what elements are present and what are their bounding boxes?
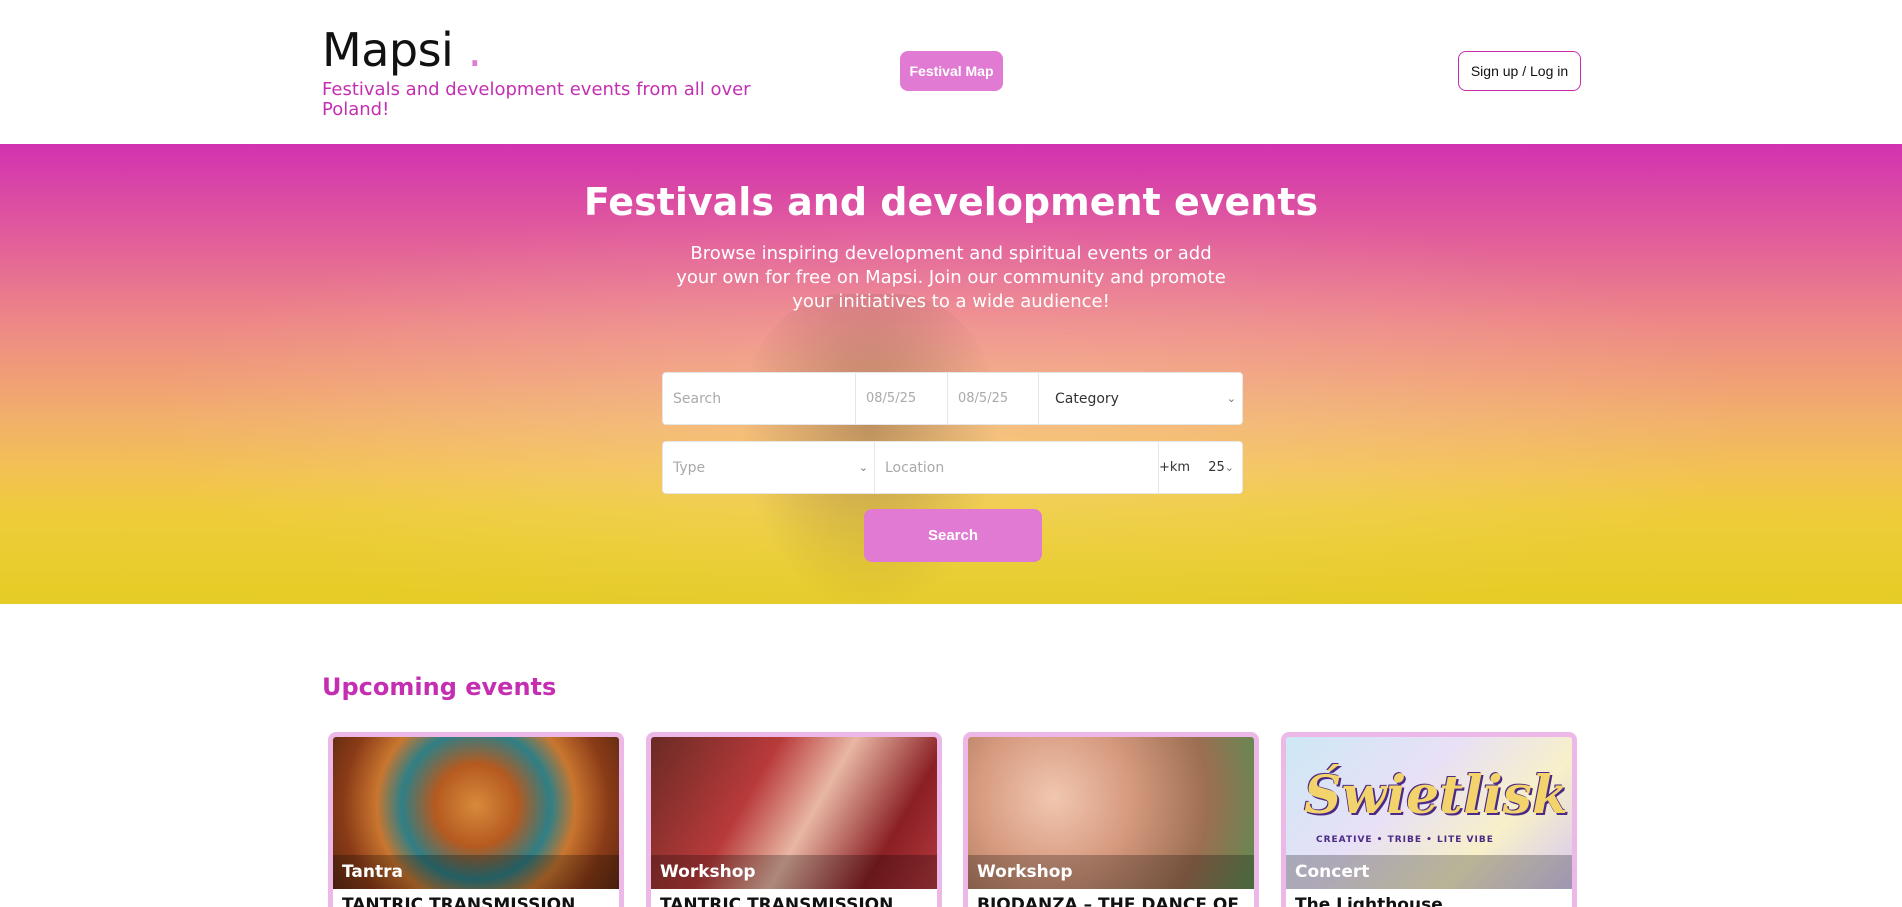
event-image-subtext: CREATIVE • TRIBE • LITE VIBE [1316,835,1494,845]
radius-select[interactable]: +km 25⌄ [1158,441,1243,494]
location-placeholder: Location [885,459,945,476]
search-input[interactable]: Search [662,372,856,425]
date-to-input[interactable]: 08/5/25 [947,372,1039,425]
festival-map-button[interactable]: Festival Map [900,51,1003,91]
brand-name: Mapsi [322,23,454,77]
signup-login-button[interactable]: Sign up / Log in [1458,51,1581,91]
event-category-tag: Concert [1286,855,1572,889]
event-title: BIODANZA – THE DANCE OF [977,895,1239,907]
upcoming-events-title: Upcoming events [322,673,557,701]
chevron-down-icon: ⌄ [858,461,868,474]
event-category-tag: Workshop [651,855,937,889]
event-card[interactable]: Workshop BIODANZA – THE DANCE OF [963,732,1259,907]
event-card[interactable]: Workshop TANTRIC TRANSMISSION [646,732,942,907]
hero-description: Browse inspiring development and spiritu… [676,243,1226,312]
brand[interactable]: Mapsi . Festivals and development events… [322,22,752,120]
event-category-tag: Tantra [333,855,619,889]
logo[interactable]: Mapsi . [322,22,752,78]
date-to-value: 08/5/25 [958,391,1009,406]
hero-title: Festivals and development events [583,180,1319,224]
search-button[interactable]: Search [864,509,1042,562]
event-card[interactable]: Świetlisk CREATIVE • TRIBE • LITE VIBE C… [1281,732,1577,907]
km-value: 25 [1208,460,1225,475]
event-title: TANTRIC TRANSMISSION [342,895,576,907]
brand-tagline: Festivals and development events from al… [322,79,751,120]
event-title: TANTRIC TRANSMISSION [660,895,894,907]
chevron-down-icon: ⌄ [1226,392,1236,405]
event-category-tag: Workshop [968,855,1254,889]
event-card[interactable]: Tantra TANTRIC TRANSMISSION [328,732,624,907]
event-image-logo-text: Świetlisk [1304,765,1568,826]
event-title: The Lighthouse [1295,895,1443,907]
chevron-down-icon: ⌄ [1224,461,1234,474]
site-header: Mapsi . Festivals and development events… [0,0,1902,144]
location-input[interactable]: Location [874,441,1159,494]
date-from-input[interactable]: 08/5/25 [855,372,948,425]
type-select[interactable]: Type ⌄ [662,441,875,494]
date-from-value: 08/5/25 [866,391,917,406]
category-label: Category [1055,390,1119,407]
type-label: Type [673,459,706,476]
category-select[interactable]: Category ⌄ [1038,372,1243,425]
km-label: +km [1159,460,1191,475]
search-placeholder: Search [673,390,722,407]
brand-dot: . [467,23,482,77]
